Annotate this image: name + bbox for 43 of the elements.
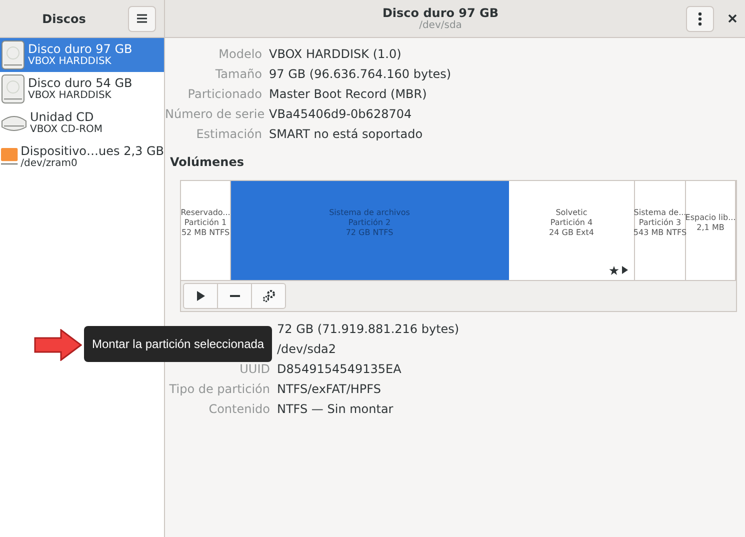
drive-list-item[interactable]: Unidad CD VBOX CD-ROM xyxy=(0,106,164,140)
field-value: NTFS/exFAT/HPFS xyxy=(277,382,382,396)
more-options-icon xyxy=(698,12,702,26)
optical-drive-icon xyxy=(1,113,27,133)
play-icon xyxy=(622,266,628,274)
drive-list-item[interactable]: Dispositivo…ues 2,3 GB /dev/zram0 xyxy=(0,140,164,174)
mount-button[interactable] xyxy=(183,283,218,309)
section-heading: Volúmenes xyxy=(170,155,245,169)
tooltip: Montar la partición seleccionada xyxy=(84,326,272,362)
field-value: VBa45406d9-0b628704 xyxy=(269,107,413,121)
window-title: Disco duro 97 GB xyxy=(382,6,499,20)
field-value: Master Boot Record (MBR) xyxy=(269,87,428,101)
field-value: SMART no está soportado xyxy=(269,127,424,141)
close-icon xyxy=(728,14,737,23)
hard-drive-icon xyxy=(1,74,25,104)
gears-icon xyxy=(262,289,276,303)
sidebar-title: Discos xyxy=(41,12,87,26)
field-label: Particionado xyxy=(186,87,262,101)
menu-button[interactable] xyxy=(128,6,156,32)
pointer-arrow xyxy=(34,329,82,361)
field-label: UUID xyxy=(238,362,270,376)
field-value: /dev/sda2 xyxy=(277,342,338,356)
field-label: Estimación xyxy=(195,127,262,141)
field-value: 97 GB (96.636.764.160 bytes) xyxy=(269,67,452,81)
drive-list-item[interactable]: Disco duro 97 GB VBOX HARDDISK xyxy=(0,38,164,72)
field-label: Tamaño xyxy=(214,67,262,81)
field-value: NTFS — Sin montar xyxy=(277,402,394,416)
menu-icon xyxy=(137,14,147,23)
field-value: 72 GB (71.919.881.216 bytes) xyxy=(277,322,460,336)
field-label: Tipo de partición xyxy=(168,382,270,396)
play-icon xyxy=(196,291,204,301)
field-value: VBOX HARDDISK (1.0) xyxy=(269,47,402,61)
window-subtitle: /dev/sda xyxy=(419,20,462,31)
drive-list-item[interactable]: Disco duro 54 GB VBOX HARDDISK xyxy=(0,72,164,106)
delete-partition-button[interactable] xyxy=(217,283,252,309)
hard-drive-icon xyxy=(1,40,25,70)
field-label: Número de serie xyxy=(165,107,262,121)
field-label: Modelo xyxy=(218,47,262,61)
more-options-button[interactable] xyxy=(686,6,714,32)
minus-icon xyxy=(230,295,240,297)
settings-button[interactable] xyxy=(251,283,286,309)
field-label: Contenido xyxy=(208,402,270,416)
field-value: D8549154549135EA xyxy=(277,362,402,376)
